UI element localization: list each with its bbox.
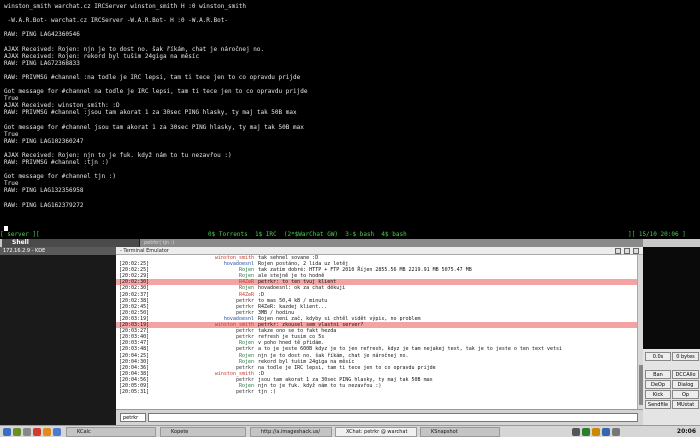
close-icon[interactable] — [633, 248, 639, 254]
terminal-line: RAW: PING LAG42360546 — [4, 31, 80, 39]
terminal-line: RAW: PING LAG132356958 — [4, 187, 84, 195]
taskbar-task[interactable]: XChat: petrkr @ warchat — [335, 427, 417, 437]
terminal-line: RAW: PRIVMSG #channel :tjn :) — [4, 159, 109, 167]
chat-log[interactable]: winston_smith tak sehnel sovane :D [20:02:… — [116, 255, 637, 409]
lag-indicator: 0.0s — [645, 352, 671, 361]
terminal-line: RAW: PRIVMSG #channel :na todle je IRC l… — [4, 73, 301, 81]
taskbar-task[interactable]: http://a.imageshack.us/ — [250, 427, 332, 437]
panel-strip: Shell petrkr| tjn :) — [0, 239, 700, 247]
tray-network-icon[interactable] — [572, 428, 580, 436]
chat-nick[interactable]: petrkr — [236, 389, 254, 395]
desktop-icon[interactable] — [13, 428, 21, 436]
terminal-line: True — [4, 95, 19, 103]
userlist-button-mustat[interactable]: MUstat — [672, 400, 699, 409]
clock[interactable]: 20:06 — [677, 427, 696, 437]
userlist-button-sendfile[interactable]: Sendfile — [645, 400, 671, 409]
maximize-icon[interactable] — [624, 248, 630, 254]
userlist-button-kick[interactable]: Kick — [645, 390, 671, 399]
shell-label: Shell — [12, 239, 29, 246]
message-input[interactable] — [148, 413, 638, 422]
terminal-line: True — [4, 180, 19, 188]
chat-row[interactable]: [20:05:31] petrkr tjn :) — [116, 389, 637, 395]
terminal-line: AJAX Received: Rojen: rekord byl tušim 2… — [4, 52, 200, 60]
taskbar-task[interactable]: Kopete — [160, 427, 246, 437]
user-list[interactable] — [643, 247, 700, 349]
firefox-launcher-icon[interactable] — [43, 428, 51, 436]
input-bar: petrkr — [116, 409, 643, 425]
filemanager-launcher-icon[interactable] — [53, 428, 61, 436]
minimize-icon[interactable] — [615, 248, 621, 254]
tray-update-icon[interactable] — [582, 428, 590, 436]
terminal-line: RAW: PING LAG162379272 — [4, 201, 84, 209]
userlist-button-op[interactable]: Op — [672, 390, 699, 399]
terminal-line: True — [4, 130, 19, 138]
screen-status-bar: [ server ][ 0$ Torrents 1$ IRC (2*$WarCh… — [0, 231, 700, 239]
terminal-line: Got message for #channel tjn :) — [4, 173, 116, 181]
terminal-launcher-icon[interactable] — [23, 428, 31, 436]
userlist-button-ban[interactable]: Ban — [645, 370, 671, 379]
chat-message: tjn :) — [258, 389, 277, 396]
terminal-line: Got message for #channel jsou tam akorat… — [4, 123, 304, 131]
userlist-button-dialog[interactable]: Dialog — [672, 380, 699, 389]
userlist-button-dccallo[interactable]: DCCAllo — [672, 370, 699, 379]
screen-clock: ][ 15/10 20:06 ] — [628, 231, 686, 238]
taskbar-task[interactable]: KCalc — [66, 427, 156, 437]
left-dark-panel — [0, 247, 116, 425]
userlist-button-deop[interactable]: DeOp — [645, 380, 671, 389]
screen-window-list[interactable]: 0$ Torrents 1$ IRC (2*$WarChat GW) 3-$ b… — [208, 231, 407, 239]
browser-launcher-icon[interactable] — [33, 428, 41, 436]
throughput-indicator: 0 bytes — [672, 352, 699, 361]
terminal-output[interactable]: winston_smith warchat.cz IRCServer winst… — [0, 0, 700, 229]
terminal-line: AJAX Received: Rojen: njn to je fuk. kdy… — [4, 151, 232, 159]
screen-host: [ server ][ — [0, 231, 40, 238]
konsole-title-bar[interactable]: - Terminal Emulator — [116, 247, 643, 255]
tray-volume-icon[interactable] — [592, 428, 600, 436]
taskbar: KCalc Kopete http://a.imageshack.us/XChat:… — [0, 425, 700, 437]
terminal-line: winston_smith warchat.cz IRCServer winst… — [4, 3, 247, 10]
chat-timestamp: [20:05:31] — [119, 389, 150, 396]
taskbar-task[interactable]: KSnapshot — [420, 427, 500, 437]
kmenu-icon[interactable] — [3, 428, 11, 436]
terminal-line: -W.A.R.Bot- warchat.cz IRCServer -W.A.R.… — [4, 17, 228, 25]
tray-clipboard-icon[interactable] — [602, 428, 610, 436]
terminal-line: Got message for #channel na todle je IRC… — [4, 88, 308, 96]
konsole-host-title: 172.16.2.9 - KDE — [0, 247, 116, 255]
tray-battery-icon[interactable] — [612, 428, 620, 436]
terminal-line: RAW: PING LAG102360247 — [4, 137, 84, 145]
terminal-line: AJAX Received: winston_smith: :D — [4, 102, 120, 110]
konsole-title: - Terminal Emulator — [120, 248, 169, 254]
terminal-line: RAW: PING LAG72368833 — [4, 59, 80, 67]
nick-button[interactable]: petrkr — [120, 413, 146, 422]
terminal-line: AJAX Received: Rojen: njn je to dost no.… — [4, 45, 265, 53]
shell-button[interactable]: Shell — [2, 239, 140, 247]
panel-text: petrkr| tjn :) — [140, 239, 643, 247]
terminal-line: RAW: PRIVMSG #channel :jsou tam akorat 1… — [4, 109, 297, 117]
